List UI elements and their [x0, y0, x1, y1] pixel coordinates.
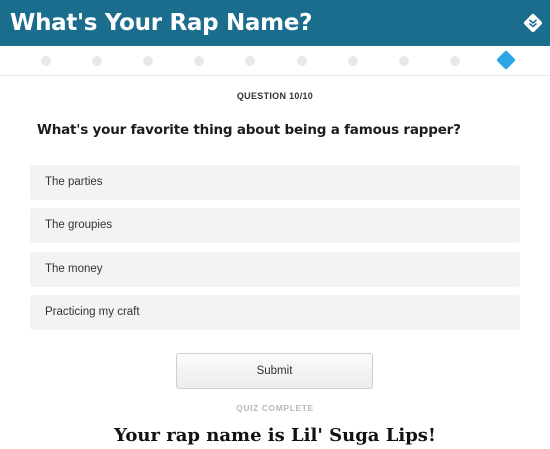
progress-dot — [296, 56, 307, 66]
quiz-result: Your rap name is Lil' Suga Lips! — [114, 425, 436, 446]
collapse-button[interactable] — [522, 12, 544, 34]
quiz-header: What's Your Rap Name? — [0, 0, 550, 46]
question-text: What's your favorite thing about being a… — [37, 122, 461, 138]
progress-dot — [194, 56, 205, 66]
submit-button[interactable]: Submit — [176, 353, 373, 389]
progress-dot — [449, 56, 460, 66]
answer-option[interactable]: The money — [30, 252, 520, 287]
progress-dot — [92, 56, 103, 66]
double-chevron-down-icon — [523, 13, 543, 33]
question-progress — [0, 46, 550, 76]
progress-dot — [347, 56, 358, 66]
answer-option[interactable]: Practicing my craft — [30, 295, 520, 330]
progress-dot — [245, 56, 256, 66]
quiz-status: QUIZ COMPLETE — [236, 403, 314, 413]
progress-dot — [398, 56, 409, 66]
progress-dot-active — [495, 50, 516, 70]
quiz-title: What's Your Rap Name? — [10, 10, 313, 36]
answer-option[interactable]: The groupies — [30, 208, 520, 243]
question-counter: QUESTION 10/10 — [236, 91, 314, 101]
answer-option[interactable]: The parties — [30, 165, 520, 200]
progress-dot — [41, 56, 51, 66]
progress-dot — [143, 56, 154, 66]
